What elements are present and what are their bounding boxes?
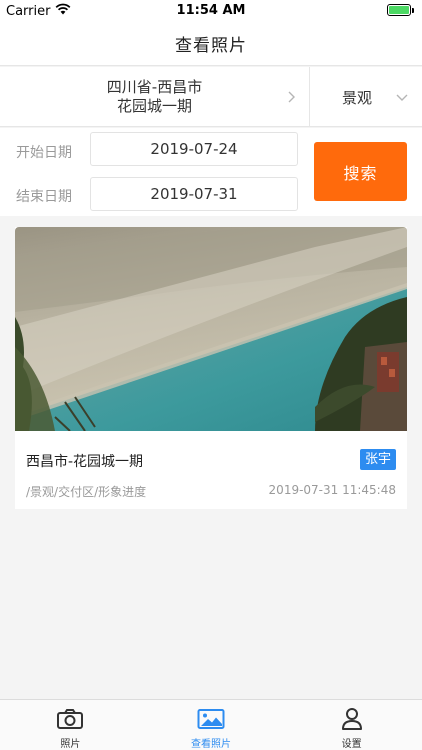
camera-icon bbox=[55, 706, 85, 731]
battery-tip bbox=[412, 7, 414, 13]
chevron-down-icon bbox=[396, 94, 408, 101]
photo-category-path: /景观/交付区/形象进度 bbox=[26, 485, 147, 499]
tab-bar: 照片 查看照片 设置 bbox=[0, 699, 422, 750]
river-landscape-image bbox=[15, 227, 407, 431]
battery-fill bbox=[389, 6, 409, 14]
tab-view-photos-label: 查看照片 bbox=[191, 739, 231, 750]
location-region: 四川省-西昌市 bbox=[106, 78, 203, 96]
photo-timestamp: 2019-07-31 11:45:48 bbox=[268, 483, 396, 497]
category-label: 景观 bbox=[342, 88, 373, 107]
date-filter-panel: 开始日期 结束日期 搜索 bbox=[0, 128, 422, 216]
start-date-label: 开始日期 bbox=[16, 145, 72, 161]
tab-settings[interactable]: 设置 bbox=[281, 700, 422, 750]
photo-thumbnail[interactable] bbox=[15, 227, 407, 431]
photo-title: 西昌市-花园城一期 bbox=[26, 454, 144, 470]
status-time: 11:54 AM bbox=[176, 3, 246, 18]
status-bar: Carrier 11:54 AM bbox=[0, 0, 422, 22]
photo-card[interactable]: 西昌市-花园城一期 张宇 /景观/交付区/形象进度 2019-07-31 11:… bbox=[15, 227, 407, 509]
page-title: 查看照片 bbox=[175, 36, 247, 56]
battery-body bbox=[387, 4, 411, 16]
tab-settings-label: 设置 bbox=[341, 739, 362, 750]
image-icon bbox=[196, 706, 226, 731]
app-root: Carrier 11:54 AM 查看照片 四川省-西昌市 花园城一期 景观 开… bbox=[0, 0, 422, 750]
end-date-field[interactable] bbox=[90, 177, 298, 211]
user-badge: 张宇 bbox=[359, 449, 396, 470]
start-date-field[interactable] bbox=[90, 132, 298, 166]
navigation-bar: 查看照片 bbox=[0, 22, 422, 66]
location-project: 花园城一期 bbox=[116, 97, 192, 115]
category-selector[interactable]: 景观 bbox=[310, 67, 422, 127]
tab-view-photos[interactable]: 查看照片 bbox=[141, 700, 282, 750]
location-selector[interactable]: 四川省-西昌市 花园城一期 bbox=[0, 67, 310, 127]
search-button[interactable]: 搜索 bbox=[314, 142, 407, 201]
tab-photos[interactable]: 照片 bbox=[0, 700, 141, 750]
person-icon bbox=[337, 706, 367, 731]
battery-icon bbox=[387, 4, 414, 16]
chevron-right-icon bbox=[288, 91, 295, 103]
tab-photos-label: 照片 bbox=[60, 739, 81, 750]
filter-row: 四川省-西昌市 花园城一期 景观 bbox=[0, 67, 422, 127]
end-date-label: 结束日期 bbox=[16, 189, 72, 205]
